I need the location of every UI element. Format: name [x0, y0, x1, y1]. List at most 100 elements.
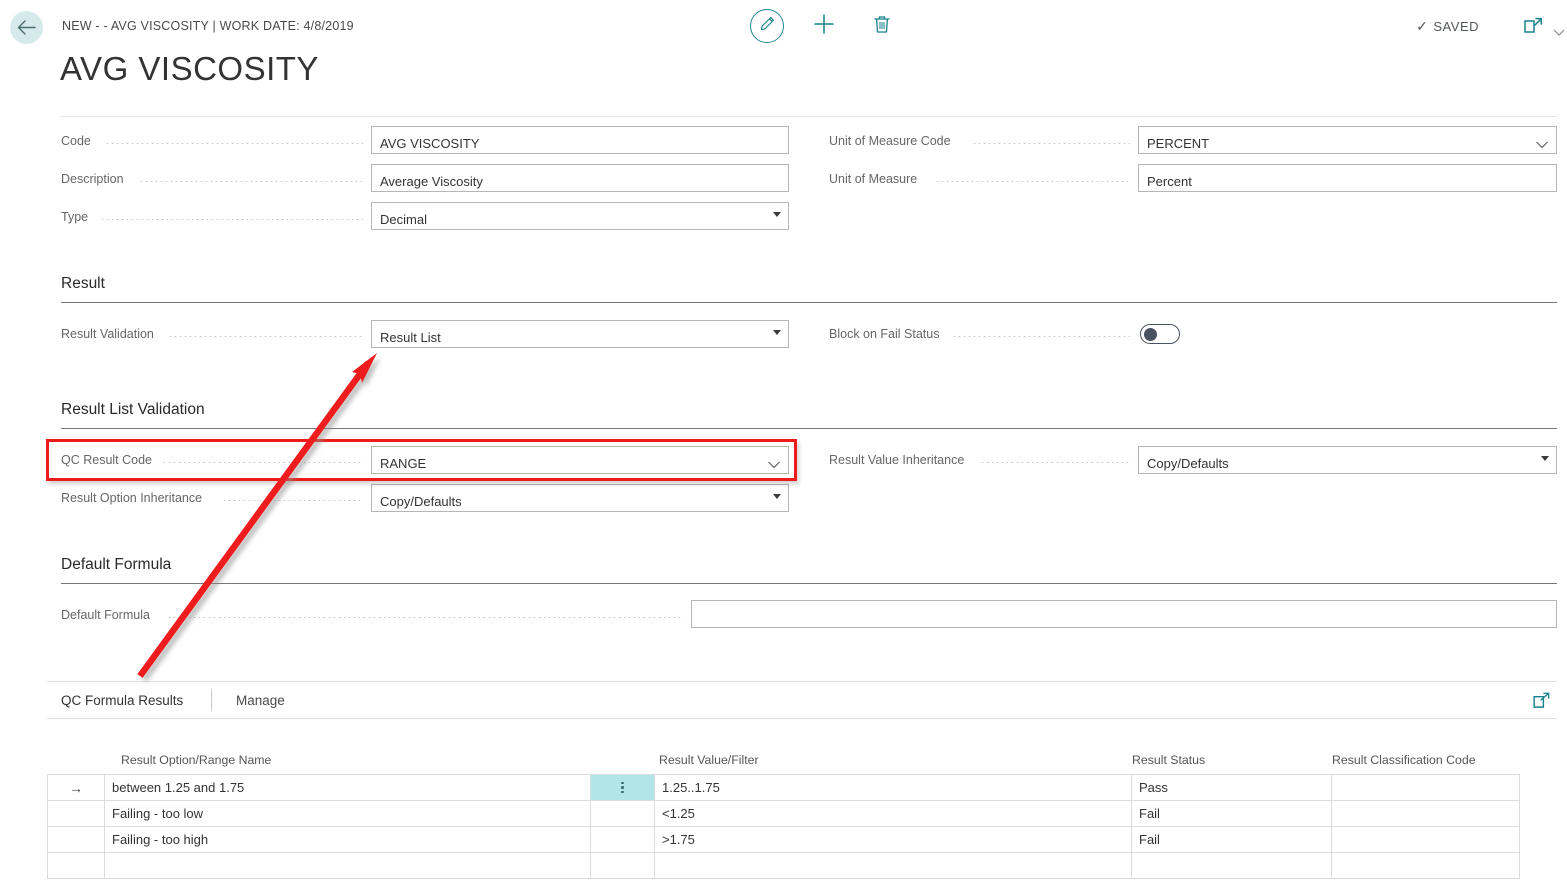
- result-option-inheritance-dropdown[interactable]: Copy/Defaults: [371, 484, 789, 512]
- expand-subpage-button[interactable]: [1533, 692, 1550, 714]
- description-value: Average Viscosity: [380, 174, 483, 189]
- back-button[interactable]: [10, 11, 43, 44]
- uom-input[interactable]: Percent: [1138, 164, 1557, 192]
- code-input[interactable]: AVG VISCOSITY: [371, 126, 789, 154]
- chevron-down-icon: [773, 212, 781, 217]
- block-on-fail-toggle[interactable]: [1140, 324, 1180, 344]
- code-value: AVG VISCOSITY: [380, 136, 480, 151]
- cell-range-name[interactable]: Failing - too high: [105, 827, 591, 852]
- chevron-down-icon: [1541, 456, 1549, 461]
- subpage-separator: [211, 689, 212, 711]
- cell-result-status[interactable]: Fail: [1132, 801, 1332, 826]
- edit-record-button[interactable]: [750, 9, 784, 43]
- table-row[interactable]: [47, 853, 1520, 879]
- table-row[interactable]: → between 1.25 and 1.75 1.25..1.75 Pass: [47, 775, 1520, 801]
- check-icon: ✓: [1416, 18, 1429, 34]
- cell-result-status[interactable]: [1132, 853, 1332, 878]
- cell-result-status[interactable]: Fail: [1132, 827, 1332, 852]
- result-section-heading: Result: [61, 275, 105, 292]
- toggle-knob: [1143, 327, 1157, 341]
- qc-result-code-lookup[interactable]: RANGE: [371, 446, 789, 474]
- result-value-inheritance-leader-dots: [980, 462, 1130, 463]
- code-label: Code: [61, 134, 91, 148]
- row-indicator-cell: [47, 801, 105, 826]
- cell-value-filter[interactable]: [655, 853, 1132, 878]
- uom-leader-dots: [935, 181, 1130, 182]
- type-dropdown[interactable]: Decimal: [371, 202, 789, 230]
- cell-classification[interactable]: [1332, 801, 1520, 826]
- cell-result-status[interactable]: Pass: [1132, 775, 1332, 800]
- qc-result-code-leader-dots: [162, 462, 363, 463]
- uom-code-leader-dots: [972, 143, 1130, 144]
- qc-result-code-label: QC Result Code: [61, 453, 153, 467]
- uom-code-label: Unit of Measure Code: [829, 134, 951, 148]
- cell-range-name[interactable]: Failing - too low: [105, 801, 591, 826]
- result-option-inheritance-label: Result Option Inheritance: [61, 491, 203, 505]
- kebab-menu-icon[interactable]: [621, 781, 624, 794]
- default-formula-input[interactable]: [691, 600, 1557, 628]
- result-list-validation-heading: Result List Validation: [61, 401, 205, 418]
- cell-range-name[interactable]: [105, 853, 591, 878]
- page-title: AVG VISCOSITY: [60, 50, 319, 87]
- pencil-edit-icon: [760, 16, 775, 36]
- default-formula-heading: Default Formula: [61, 556, 172, 573]
- column-header-classification[interactable]: Result Classification Code: [1332, 753, 1476, 767]
- delete-button[interactable]: [868, 12, 896, 40]
- result-validation-leader-dots: [168, 336, 363, 337]
- row-menu-cell[interactable]: [591, 775, 655, 800]
- result-value-inheritance-dropdown[interactable]: Copy/Defaults: [1138, 446, 1557, 474]
- column-header-result-status[interactable]: Result Status: [1132, 753, 1205, 767]
- result-validation-dropdown[interactable]: Result List: [371, 320, 789, 348]
- subpage-bottom-divider: [47, 718, 1557, 719]
- code-leader-dots: [105, 143, 363, 144]
- cell-range-name[interactable]: between 1.25 and 1.75: [105, 775, 591, 800]
- row-menu-cell[interactable]: [591, 853, 655, 878]
- result-option-inheritance-value: Copy/Defaults: [380, 494, 462, 509]
- column-header-range-name[interactable]: Result Option/Range Name: [121, 753, 271, 767]
- subpage-top-divider: [47, 681, 1557, 682]
- uom-label: Unit of Measure: [829, 172, 918, 186]
- default-formula-label: Default Formula: [61, 608, 150, 622]
- cell-classification[interactable]: [1332, 827, 1520, 852]
- open-in-new-window-button[interactable]: [1523, 16, 1545, 38]
- cell-value-filter[interactable]: >1.75: [655, 827, 1132, 852]
- row-menu-cell[interactable]: [591, 801, 655, 826]
- table-row[interactable]: Failing - too low <1.25 Fail: [47, 801, 1520, 827]
- page-root: NEW - - AVG VISCOSITY | WORK DATE: 4/8/2…: [0, 0, 1567, 889]
- cell-classification[interactable]: [1332, 775, 1520, 800]
- type-value: Decimal: [380, 212, 427, 227]
- plus-icon: [813, 13, 835, 40]
- breadcrumb[interactable]: NEW - - AVG VISCOSITY | WORK DATE: 4/8/2…: [62, 19, 354, 33]
- result-value-inheritance-value: Copy/Defaults: [1147, 456, 1229, 471]
- subpage-title: QC Formula Results: [61, 693, 184, 708]
- expand-subpage-icon: [1533, 692, 1550, 713]
- saved-status: ✓ SAVED: [1416, 18, 1479, 35]
- default-formula-divider: [61, 583, 1557, 584]
- chevron-down-icon[interactable]: [1535, 134, 1549, 160]
- description-leader-dots: [139, 181, 363, 182]
- uom-code-lookup[interactable]: PERCENT: [1138, 126, 1557, 154]
- chevron-down-icon[interactable]: [767, 454, 781, 480]
- block-on-fail-label: Block on Fail Status: [829, 327, 940, 341]
- qc-result-code-value: RANGE: [380, 456, 427, 471]
- chevron-down-icon[interactable]: [1553, 28, 1565, 41]
- result-value-inheritance-label: Result Value Inheritance: [829, 453, 965, 467]
- type-leader-dots: [100, 219, 363, 220]
- cell-value-filter[interactable]: 1.25..1.75: [655, 775, 1132, 800]
- table-header-row: Result Option/Range Name Result Value/Fi…: [47, 750, 1520, 774]
- chevron-down-icon: [773, 330, 781, 335]
- uom-value: Percent: [1147, 174, 1192, 189]
- table-row[interactable]: Failing - too high >1.75 Fail: [47, 827, 1520, 853]
- cell-value-filter[interactable]: <1.25: [655, 801, 1132, 826]
- description-input[interactable]: Average Viscosity: [371, 164, 789, 192]
- chevron-down-icon: [773, 494, 781, 499]
- column-header-value-filter[interactable]: Result Value/Filter: [659, 753, 759, 767]
- manage-tab[interactable]: Manage: [236, 693, 285, 708]
- description-label: Description: [61, 172, 124, 186]
- top-toolbar: NEW - - AVG VISCOSITY | WORK DATE: 4/8/2…: [0, 0, 1567, 54]
- row-indicator-cell: [47, 827, 105, 852]
- cell-classification[interactable]: [1332, 853, 1520, 878]
- row-menu-cell[interactable]: [591, 827, 655, 852]
- new-button[interactable]: [810, 12, 838, 40]
- result-option-inheritance-leader-dots: [222, 500, 363, 501]
